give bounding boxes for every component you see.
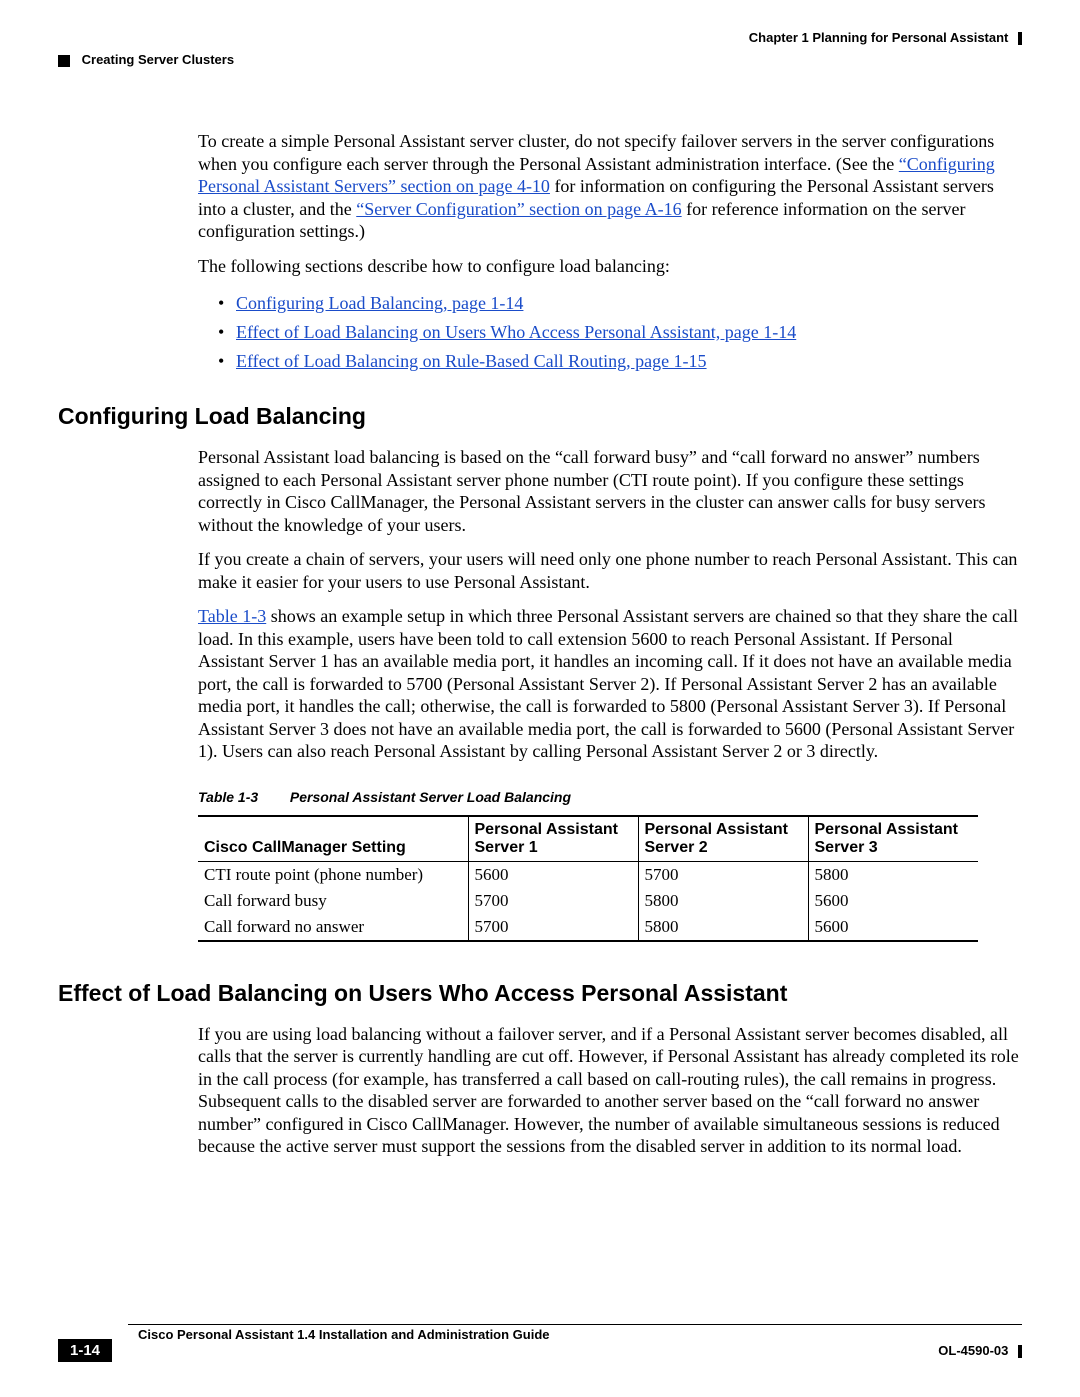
- header-section: Creating Server Clusters: [58, 52, 234, 67]
- cell: 5700: [468, 914, 638, 941]
- footer-doc-text: OL-4590-03: [938, 1343, 1008, 1358]
- cell: 5700: [468, 888, 638, 914]
- table-header-row: Cisco CallManager Setting Personal Assis…: [198, 816, 978, 862]
- link-server-config[interactable]: “Server Configuration” section on page A…: [356, 199, 681, 219]
- running-footer: Cisco Personal Assistant 1.4 Installatio…: [58, 1324, 1022, 1355]
- heading-effect-users: Effect of Load Balancing on Users Who Ac…: [58, 980, 1022, 1007]
- table-row: Call forward no answer 5700 5800 5600: [198, 914, 978, 941]
- text: To create a simple Personal Assistant se…: [198, 131, 994, 174]
- th-server2: Personal Assistant Server 2: [638, 816, 808, 862]
- cell: 5800: [808, 861, 978, 888]
- footer-page-number: 1-14: [58, 1339, 112, 1362]
- table-title: Personal Assistant Server Load Balancing: [290, 789, 571, 805]
- cell: Call forward busy: [198, 888, 468, 914]
- header-square-icon: [58, 55, 70, 67]
- cell: 5800: [638, 914, 808, 941]
- bullet-item: Configuring Load Balancing, page 1-14: [218, 289, 1022, 318]
- link-configuring-load-balancing[interactable]: Configuring Load Balancing, page 1-14: [236, 293, 523, 313]
- footer-guide-title: Cisco Personal Assistant 1.4 Installatio…: [138, 1327, 550, 1342]
- footer-doc-number: OL-4590-03: [938, 1343, 1022, 1358]
- cell: 5600: [808, 914, 978, 941]
- cell: CTI route point (phone number): [198, 861, 468, 888]
- sect1-paragraph-3: Table 1-3 shows an example setup in whic…: [198, 605, 1022, 763]
- table-caption: Table 1-3 Personal Assistant Server Load…: [198, 789, 1022, 805]
- cell: 5800: [638, 888, 808, 914]
- sect1-paragraph-1: Personal Assistant load balancing is bas…: [198, 446, 1022, 536]
- cell: 5700: [638, 861, 808, 888]
- th-server3: Personal Assistant Server 3: [808, 816, 978, 862]
- header-chapter: Chapter 1 Planning for Personal Assistan…: [749, 30, 1022, 45]
- link-effect-users[interactable]: Effect of Load Balancing on Users Who Ac…: [236, 322, 796, 342]
- table-number: Table 1-3: [198, 789, 286, 805]
- footer-rule: [128, 1324, 1022, 1325]
- running-header: Chapter 1 Planning for Personal Assistan…: [58, 30, 1022, 70]
- content: To create a simple Personal Assistant se…: [58, 130, 1022, 1158]
- cell: Call forward no answer: [198, 914, 468, 941]
- intro-paragraph-1: To create a simple Personal Assistant se…: [198, 130, 1022, 243]
- footer-bar-icon: [1018, 1345, 1022, 1358]
- cell: 5600: [808, 888, 978, 914]
- th-setting: Cisco CallManager Setting: [198, 816, 468, 862]
- sect2-paragraph-1: If you are using load balancing without …: [198, 1023, 1022, 1158]
- table-row: CTI route point (phone number) 5600 5700…: [198, 861, 978, 888]
- text: shows an example setup in which three Pe…: [198, 606, 1018, 761]
- link-effect-rule-routing[interactable]: Effect of Load Balancing on Rule-Based C…: [236, 351, 707, 371]
- header-section-text: Creating Server Clusters: [82, 52, 234, 67]
- bullet-item: Effect of Load Balancing on Rule-Based C…: [218, 347, 1022, 376]
- cell: 5600: [468, 861, 638, 888]
- table-row: Call forward busy 5700 5800 5600: [198, 888, 978, 914]
- th-server1: Personal Assistant Server 1: [468, 816, 638, 862]
- link-table-1-3[interactable]: Table 1-3: [198, 606, 266, 626]
- heading-configuring-load-balancing: Configuring Load Balancing: [58, 403, 1022, 430]
- page: Chapter 1 Planning for Personal Assistan…: [0, 0, 1080, 1397]
- load-balancing-table: Cisco CallManager Setting Personal Assis…: [198, 815, 978, 942]
- bullet-item: Effect of Load Balancing on Users Who Ac…: [218, 318, 1022, 347]
- header-chapter-text: Chapter 1 Planning for Personal Assistan…: [749, 30, 1009, 45]
- intro-paragraph-2: The following sections describe how to c…: [198, 255, 1022, 278]
- sect1-paragraph-2: If you create a chain of servers, your u…: [198, 548, 1022, 593]
- header-bar-icon: [1018, 32, 1022, 45]
- intro-bullets: Configuring Load Balancing, page 1-14 Ef…: [218, 289, 1022, 375]
